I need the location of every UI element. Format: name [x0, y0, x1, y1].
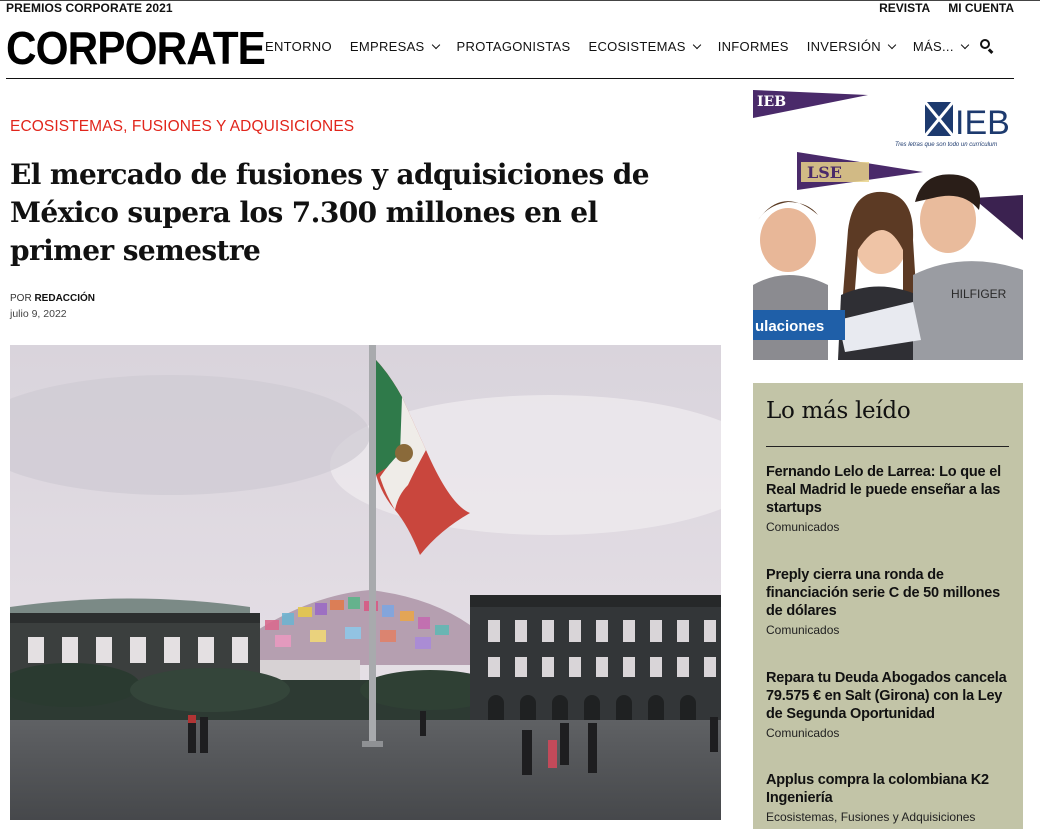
list-item: Preply cierra una ronda de financiación … [766, 566, 1016, 637]
svg-text:HILFIGER: HILFIGER [951, 287, 1007, 301]
nav-label: PROTAGONISTAS [456, 39, 571, 54]
list-item: Repara tu Deuda Abogados cancela 79.575 … [766, 669, 1016, 740]
most-read-category[interactable]: Comunicados [766, 726, 1016, 740]
site-header: CORPORATE ENTORNO EMPRESAS PROTAGONISTAS… [6, 17, 1014, 79]
ieb-advertisement[interactable]: IEB LSE IEB Tres letras que son todo un … [753, 90, 1023, 360]
most-read-title[interactable]: Fernando Lelo de Larrea: Lo que el Real … [766, 463, 1016, 517]
nav-entorno[interactable]: ENTORNO [265, 39, 332, 54]
most-read-title[interactable]: Preply cierra una ronda de financiación … [766, 566, 1016, 620]
nav-label: INVERSIÓN [806, 39, 881, 54]
most-read-panel: Lo más leído Fernando Lelo de Larrea: Lo… [753, 383, 1023, 829]
most-read-heading: Lo más leído [766, 398, 911, 424]
most-read-title[interactable]: Repara tu Deuda Abogados cancela 79.575 … [766, 669, 1016, 723]
nav-label: MÁS... [912, 39, 954, 54]
nav-label: INFORMES [717, 39, 789, 54]
chevron-down-icon [692, 40, 701, 49]
article-title: El mercado de fusiones y adquisiciones d… [10, 158, 650, 267]
list-item: Applus compra la colombiana K2 Ingenierí… [766, 771, 1016, 824]
premios-link[interactable]: PREMIOS CORPORATE 2021 [6, 1, 173, 15]
ieb-tagline: Tres letras que son todo un currículum [895, 142, 997, 148]
top-links: REVISTA MI CUENTA [879, 1, 1014, 15]
nav-mas[interactable]: MÁS... [912, 39, 969, 54]
nav-ecosistemas[interactable]: ECOSISTEMAS [588, 39, 701, 54]
most-read-category[interactable]: Ecosistemas, Fusiones y Adquisiciones [766, 810, 1016, 824]
most-read-category[interactable]: Comunicados [766, 520, 1016, 534]
top-bar: PREMIOS CORPORATE 2021 REVISTA MI CUENTA [0, 0, 1040, 16]
chevron-down-icon [887, 40, 897, 49]
main-nav: ENTORNO EMPRESAS PROTAGONISTAS ECOSISTEM… [265, 39, 986, 54]
nav-inversion[interactable]: INVERSIÓN [806, 39, 897, 54]
nav-label: ENTORNO [265, 39, 332, 54]
nav-empresas[interactable]: EMPRESAS [349, 39, 440, 54]
site-logo[interactable]: CORPORATE [6, 22, 266, 74]
ieb-logo-text: IEB [955, 104, 1010, 142]
ad-banner-text: ulaciones [755, 318, 824, 335]
nav-protagonistas[interactable]: PROTAGONISTAS [457, 39, 571, 54]
divider [766, 446, 1009, 447]
chevron-down-icon [960, 40, 969, 49]
byline: POR REDACCIÓN [10, 293, 95, 304]
nav-label: EMPRESAS [349, 39, 425, 54]
search-icon[interactable] [980, 39, 994, 54]
article-date: julio 9, 2022 [10, 308, 67, 320]
most-read-category[interactable]: Comunicados [766, 623, 1016, 637]
lse-pennant-text: LSE [807, 163, 842, 182]
mi-cuenta-link[interactable]: MI CUENTA [948, 1, 1014, 15]
hero-image [10, 345, 721, 820]
by-prefix: POR [10, 293, 32, 304]
author-link[interactable]: REDACCIÓN [34, 293, 95, 304]
nav-label: ECOSISTEMAS [588, 39, 686, 54]
list-item: Fernando Lelo de Larrea: Lo que el Real … [766, 463, 1016, 534]
nav-informes[interactable]: INFORMES [718, 39, 789, 54]
revista-link[interactable]: REVISTA [879, 1, 930, 15]
svg-text:IEB: IEB [757, 94, 786, 110]
chevron-down-icon [431, 40, 440, 49]
most-read-title[interactable]: Applus compra la colombiana K2 Ingenierí… [766, 771, 1016, 807]
article-category[interactable]: ECOSISTEMAS, FUSIONES Y ADQUISICIONES [10, 118, 354, 136]
